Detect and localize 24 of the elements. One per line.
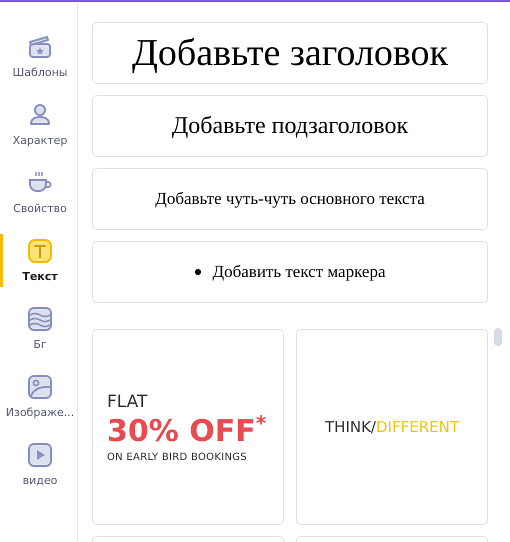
scrollbar-thumb[interactable] — [494, 328, 502, 346]
text-preset-button[interactable]: Добавьте заголовок — [92, 22, 488, 84]
person-icon — [27, 102, 53, 128]
sidebar-item[interactable]: Текст — [0, 234, 77, 287]
sidebar-item[interactable]: Шаблоны — [0, 30, 77, 83]
text-preset-button[interactable]: Добавьте чуть-чуть основного текста — [92, 168, 488, 230]
text-preset-button[interactable]: Добавьте подзаголовок — [92, 95, 488, 157]
text-icon — [27, 238, 53, 264]
template-card[interactable]: FLAT 30% OFF$^{*}$ ON EARLY BIRD BOOKINGS — [92, 329, 284, 525]
sidebar-item[interactable]: Изображе... — [0, 370, 77, 423]
template-text: FLAT — [107, 392, 148, 412]
clapperboard-icon — [27, 34, 53, 60]
sidebar-item[interactable]: Характер — [0, 98, 77, 151]
sidebar-item[interactable]: видео — [0, 438, 77, 491]
sidebar-item[interactable]: Свойство — [0, 166, 77, 219]
sidebar-item[interactable]: Бг — [0, 302, 77, 355]
play-icon — [27, 442, 53, 468]
text-preset-button[interactable]: Добавить текст маркера — [92, 241, 488, 303]
template-text: ON EARLY BIRD BOOKINGS — [107, 452, 247, 462]
image-icon — [27, 374, 53, 400]
waves-icon — [27, 306, 53, 332]
template-text: THINK/DIFFERENT — [325, 418, 459, 436]
template-card[interactable]: THINK/DIFFERENT — [296, 329, 488, 525]
template-text: 30% OFF$^{*}$ — [107, 412, 266, 448]
